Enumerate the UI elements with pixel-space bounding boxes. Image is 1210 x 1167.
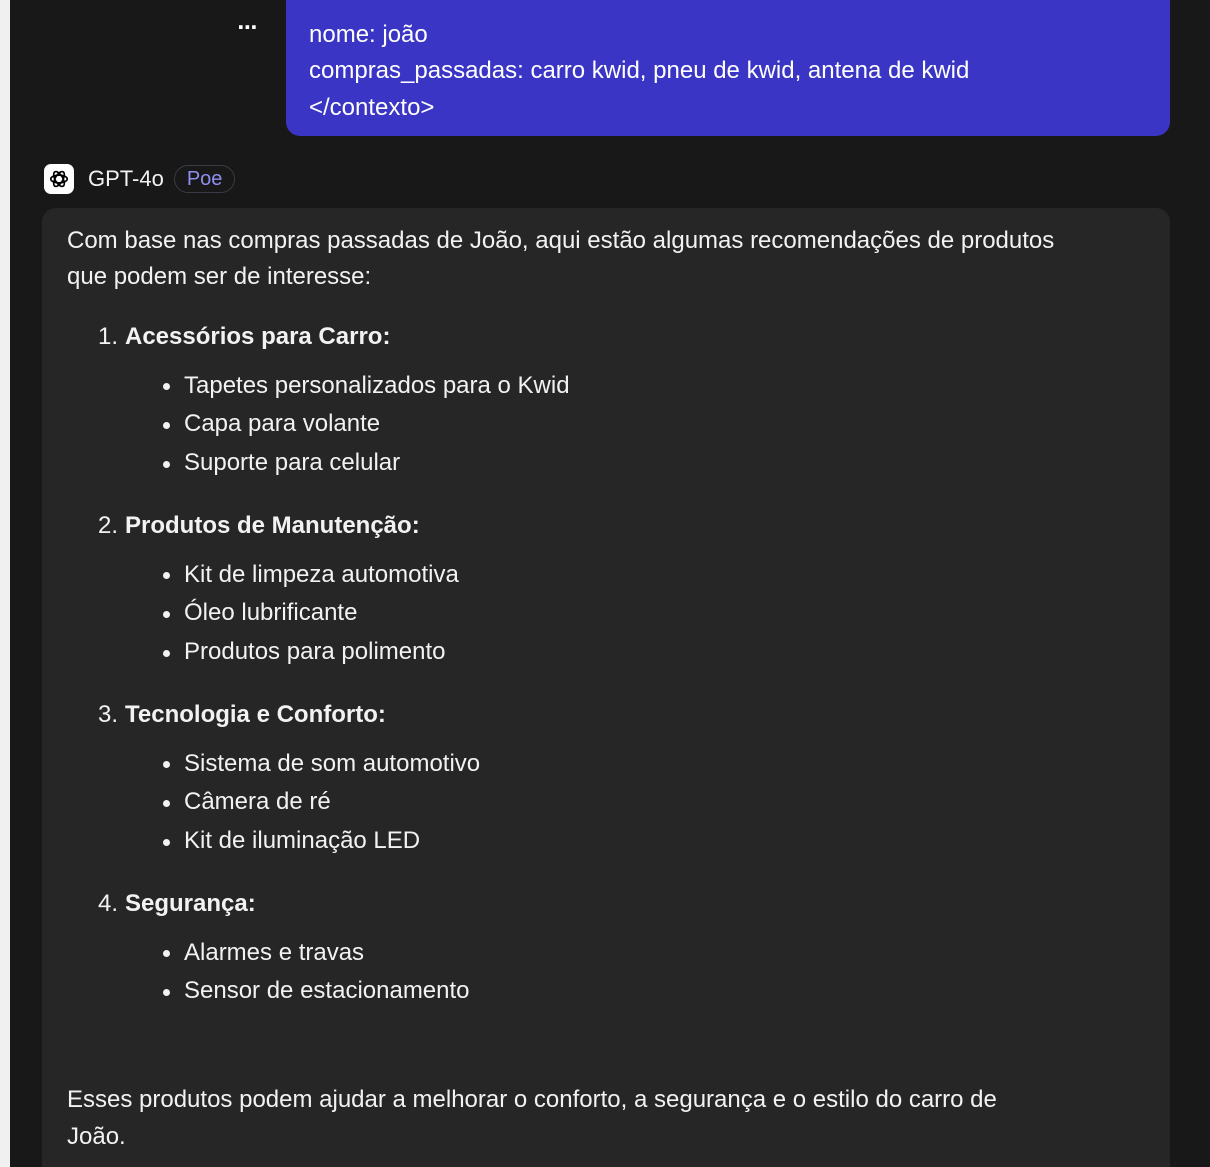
bot-header: GPT-4o Poe [44,163,236,195]
list-item: Suporte para celular [184,449,401,476]
bullet-icon [163,989,170,996]
section-title: Segurança: [125,890,256,917]
bullet-icon [163,572,170,579]
outro-text: João. [67,1123,126,1150]
intro-text: Com base nas compras passadas de João, a… [67,227,1055,254]
intro-text: que podem ser de interesse: [67,263,372,290]
bullet-icon [163,839,170,846]
bullet-icon [163,611,170,618]
list-item: Óleo lubrificante [184,599,358,626]
section-number: 2. [98,512,119,539]
bullet-icon [163,950,170,957]
bullet-icon [163,461,170,468]
list-item: Tapetes personalizados para o Kwid [184,372,570,399]
bullet-icon [163,761,170,768]
section-number: 3. [98,701,119,728]
section-title: Acessórios para Carro: [125,323,391,350]
chat-window: ⋯ nome: joão compras_passadas: carro kwi… [10,0,1210,1167]
user-message-line: nome: joão [309,21,428,48]
list-item: Alarmes e travas [184,939,365,966]
list-item: Sistema de som automotivo [184,750,481,777]
more-options-button[interactable]: ⋯ [228,18,268,42]
outro-text: Esses produtos podem ajudar a melhorar o… [67,1086,997,1113]
list-item: Produtos para polimento [184,638,446,665]
bullet-icon [163,800,170,807]
list-item: Capa para volante [184,410,381,437]
bullet-icon [163,650,170,657]
bot-response-card: Com base nas compras passadas de João, a… [42,208,1170,1167]
bullet-icon [163,422,170,429]
list-item: Kit de iluminação LED [184,827,421,854]
list-item: Kit de limpeza automotiva [184,561,459,588]
user-message-line: compras_passadas: carro kwid, pneu de kw… [309,57,970,84]
bullet-icon [163,383,170,390]
openai-logo-icon [44,164,74,194]
list-item: Câmera de ré [184,788,331,815]
section-number: 1. [98,323,119,350]
section-number: 4. [98,890,119,917]
user-message-line: </contexto> [309,94,435,121]
list-item: Sensor de estacionamento [184,977,470,1004]
bot-name: GPT-4o [88,166,164,191]
user-message-bubble: nome: joão compras_passadas: carro kwid,… [286,0,1170,136]
poe-badge[interactable]: Poe [173,165,236,193]
section-title: Produtos de Manutenção: [125,512,420,539]
section-title: Tecnologia e Conforto: [125,701,386,728]
